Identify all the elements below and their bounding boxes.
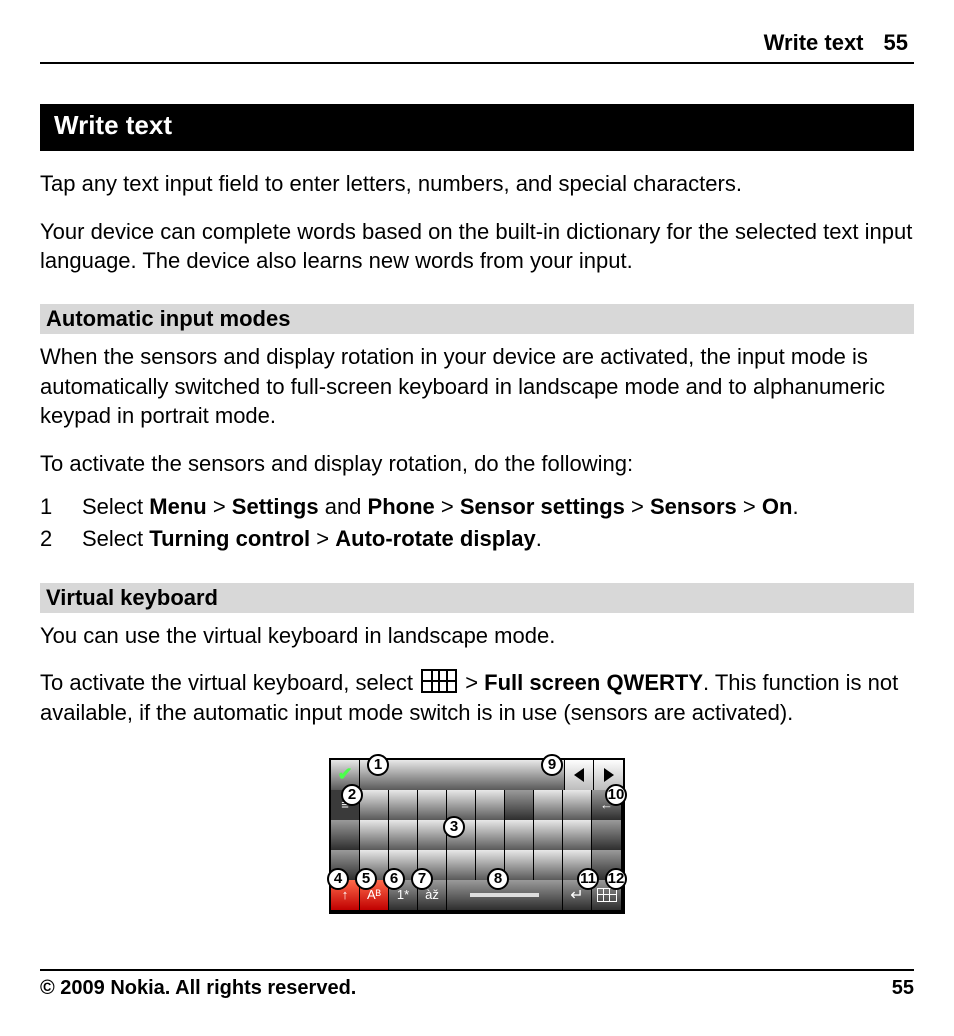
keyboard-icon: [421, 669, 457, 693]
step-number: 2: [40, 523, 60, 555]
callout: 4: [327, 868, 349, 890]
callout: 12: [605, 868, 627, 890]
paragraph: To activate the sensors and display rota…: [40, 449, 914, 479]
menu-path: Auto-rotate display: [335, 526, 535, 551]
paragraph: You can use the virtual keyboard in land…: [40, 621, 914, 651]
step-text: Select Menu > Settings and Phone > Senso…: [82, 491, 799, 523]
paragraph: To activate the virtual keyboard, select…: [40, 668, 914, 727]
menu-path: Sensor settings: [460, 494, 625, 519]
keyboard-diagram: ✔ ≡ ← ↑ Aᴮ 1*: [329, 758, 625, 914]
menu-path: Menu: [149, 494, 206, 519]
menu-path: Turning control: [149, 526, 310, 551]
subheading: Virtual keyboard: [40, 583, 914, 613]
callout: 11: [577, 868, 599, 890]
menu-path: On: [762, 494, 793, 519]
callout: 9: [541, 754, 563, 776]
callout: 3: [443, 816, 465, 838]
paragraph: Your device can complete words based on …: [40, 217, 914, 276]
page-footer: © 2009 Nokia. All rights reserved. 55: [40, 969, 914, 1000]
menu-path: Full screen QWERTY: [484, 670, 703, 695]
callout: 5: [355, 868, 377, 890]
step-number: 1: [40, 491, 60, 523]
callout: 1: [367, 754, 389, 776]
header-page: 55: [884, 30, 908, 56]
callout: 7: [411, 868, 433, 890]
paragraph: Tap any text input field to enter letter…: [40, 169, 914, 199]
paragraph: When the sensors and display rotation in…: [40, 342, 914, 431]
footer-page: 55: [892, 977, 914, 1000]
running-header: Write text 55: [40, 30, 914, 64]
callout: 8: [487, 868, 509, 890]
header-section: Write text: [764, 30, 864, 56]
key-textfield: [360, 760, 565, 790]
step-list: 1 Select Menu > Settings and Phone > Sen…: [40, 491, 914, 555]
copyright: © 2009 Nokia. All rights reserved.: [40, 977, 356, 1000]
callout: 2: [341, 784, 363, 806]
key-move-left-icon: [565, 760, 594, 790]
step: 1 Select Menu > Settings and Phone > Sen…: [40, 491, 914, 523]
subheading: Automatic input modes: [40, 304, 914, 334]
step: 2 Select Turning control > Auto-rotate d…: [40, 523, 914, 555]
menu-path: Settings: [232, 494, 319, 519]
section-title: Write text: [40, 104, 914, 151]
step-text: Select Turning control > Auto-rotate dis…: [82, 523, 542, 555]
callout: 10: [605, 784, 627, 806]
manual-page: Write text 55 Write text Tap any text in…: [0, 0, 954, 1036]
menu-path: Sensors: [650, 494, 737, 519]
callout: 6: [383, 868, 405, 890]
menu-path: Phone: [368, 494, 435, 519]
